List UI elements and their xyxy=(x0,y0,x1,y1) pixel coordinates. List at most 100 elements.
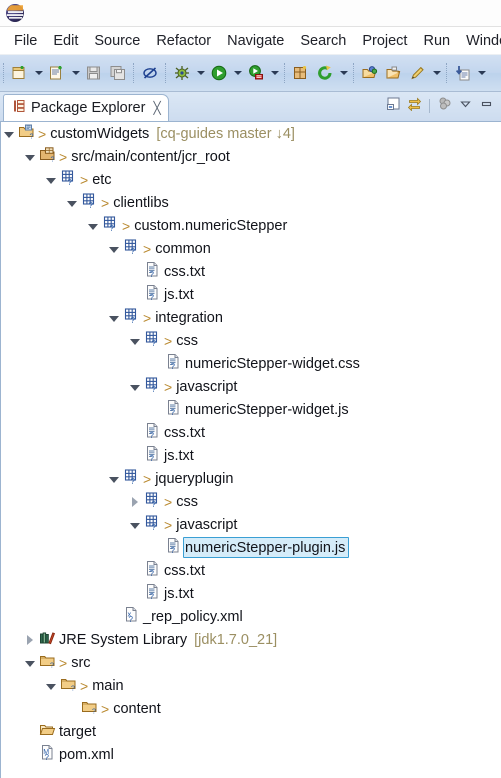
tree-row[interactable]: ? js.txt xyxy=(1,582,501,605)
tree-row[interactable]: ? > css xyxy=(1,490,501,513)
menu-item-refactor[interactable]: Refactor xyxy=(148,31,219,51)
view-toolbar-separator xyxy=(429,99,430,113)
tree-row[interactable]: ? js.txt xyxy=(1,283,501,306)
tree-row-label: > integration xyxy=(143,306,223,329)
tree-row[interactable]: ? > etc xyxy=(1,168,501,191)
save-all-button[interactable] xyxy=(106,61,130,85)
tree-row[interactable]: ? > javascript xyxy=(1,375,501,398)
refresh-dropdown[interactable] xyxy=(337,62,350,84)
previous-annotation-button[interactable] xyxy=(451,61,475,85)
tree-row[interactable]: ? numericStepper-plugin.js xyxy=(1,536,501,559)
tree-row[interactable]: ? numericStepper-widget.js xyxy=(1,398,501,421)
link-with-editor-button[interactable] xyxy=(404,96,425,116)
collapse-arrow-icon[interactable] xyxy=(106,306,122,329)
tree-row-icon: ? xyxy=(102,216,119,234)
view-menu-button[interactable] xyxy=(455,96,476,116)
svg-text:?: ? xyxy=(110,224,115,232)
tree-row[interactable]: ? > src xyxy=(1,651,501,674)
menu-item-edit[interactable]: Edit xyxy=(45,31,86,51)
new-package-button[interactable] xyxy=(289,61,313,85)
menu-item-run[interactable]: Run xyxy=(415,31,458,51)
new-wizard-button[interactable] xyxy=(8,61,32,85)
tree-row[interactable]: JRE System Library [jdk1.7.0_21] xyxy=(1,628,501,651)
menu-item-project[interactable]: Project xyxy=(354,31,415,51)
expand-arrow-icon[interactable] xyxy=(127,490,143,513)
svg-text:?: ? xyxy=(150,270,155,278)
collapse-arrow-icon[interactable] xyxy=(22,145,38,168)
open-type-button[interactable] xyxy=(358,61,382,85)
collapse-arrow-icon[interactable] xyxy=(106,237,122,260)
tree-row[interactable]: ? numericStepper-widget.css xyxy=(1,352,501,375)
menu-item-navigate[interactable]: Navigate xyxy=(219,31,292,51)
tree-row[interactable]: ? css.txt xyxy=(1,559,501,582)
focus-on-active-task-button[interactable] xyxy=(434,96,455,116)
source-package-icon: ? xyxy=(39,146,56,167)
new-wizard-dropdown[interactable] xyxy=(32,62,45,84)
tree-row[interactable]: ? > clientlibs xyxy=(1,191,501,214)
menu-item-search[interactable]: Search xyxy=(292,31,354,51)
new-java-class-dropdown[interactable] xyxy=(69,62,82,84)
new-java-class-button[interactable] xyxy=(45,61,69,85)
collapse-arrow-icon[interactable] xyxy=(43,674,59,697)
tree-row[interactable]: ? > customWidgets [cq-guides master ↓4] xyxy=(1,122,501,145)
menu-item-source[interactable]: Source xyxy=(86,31,148,51)
collapse-arrow-icon[interactable] xyxy=(22,651,38,674)
debug-dropdown[interactable] xyxy=(194,62,207,84)
collapse-arrow-icon[interactable] xyxy=(106,467,122,490)
outgoing-change-marker: > xyxy=(101,194,110,211)
collapse-all-button[interactable] xyxy=(383,96,404,116)
collapse-arrow-icon[interactable] xyxy=(127,329,143,352)
tree-row[interactable]: ? > jqueryplugin xyxy=(1,467,501,490)
package-explorer-view: Package Explorer ╳ ? > customWidgets [cq… xyxy=(0,92,501,778)
external-tools-dropdown[interactable] xyxy=(268,62,281,84)
jcr-node-icon: ? xyxy=(144,514,161,535)
minimize-view-button[interactable] xyxy=(476,96,497,116)
run-dropdown[interactable] xyxy=(231,62,244,84)
tab-package-explorer[interactable]: Package Explorer ╳ xyxy=(3,94,169,121)
collapse-arrow-icon[interactable] xyxy=(1,122,17,145)
collapse-arrow-icon[interactable] xyxy=(127,375,143,398)
tree-row[interactable]: ? > content xyxy=(1,697,501,720)
menu-item-file[interactable]: File xyxy=(6,31,45,51)
tree-row[interactable]: target xyxy=(1,720,501,743)
tree-row[interactable]: ? > css xyxy=(1,329,501,352)
tree-row-label: > content xyxy=(101,697,161,720)
tree-row[interactable]: ? css.txt xyxy=(1,260,501,283)
close-icon[interactable]: ╳ xyxy=(153,102,160,114)
project-tree[interactable]: ? > customWidgets [cq-guides master ↓4] ? > s… xyxy=(0,121,501,778)
open-resource-button[interactable] xyxy=(382,61,406,85)
collapse-arrow-icon[interactable] xyxy=(85,214,101,237)
tree-row-text: > src/main/content/jcr_root xyxy=(59,149,230,165)
next-annotation-dropdown[interactable] xyxy=(475,62,488,84)
expand-arrow-icon[interactable] xyxy=(22,628,38,651)
tree-row[interactable]: ? > main xyxy=(1,674,501,697)
tree-row[interactable]: ? > integration xyxy=(1,306,501,329)
run-button[interactable] xyxy=(207,61,231,85)
tree-row[interactable]: ? > javascript xyxy=(1,513,501,536)
collapse-arrow-icon[interactable] xyxy=(127,513,143,536)
skip-breakpoints-button[interactable] xyxy=(138,61,162,85)
save-button[interactable] xyxy=(82,61,106,85)
tree-row[interactable]: ? > src/main/content/jcr_root xyxy=(1,145,501,168)
collapse-arrow-icon[interactable] xyxy=(64,191,80,214)
tree-row[interactable]: ? > custom.numericStepper xyxy=(1,214,501,237)
tree-row[interactable]: x ? _rep_policy.xml xyxy=(1,605,501,628)
menu-item-window[interactable]: Window xyxy=(458,31,501,51)
toolbar-separator xyxy=(446,63,448,83)
run-external-tools-button[interactable] xyxy=(244,61,268,85)
tree-row[interactable]: ? css.txt xyxy=(1,421,501,444)
refresh-button[interactable] xyxy=(313,61,337,85)
plain-folder-icon: ? xyxy=(39,652,56,673)
annotation-button[interactable] xyxy=(406,61,430,85)
tree-row-suffix: [cq-guides master ↓4] xyxy=(156,125,295,142)
tree-row-label: > jqueryplugin xyxy=(143,467,233,490)
tree-row[interactable]: ? js.txt xyxy=(1,444,501,467)
tree-row[interactable]: M ? pom.xml xyxy=(1,743,501,766)
tree-row-name: css xyxy=(176,332,198,349)
collapse-arrow-icon[interactable] xyxy=(43,168,59,191)
annotation-dropdown[interactable] xyxy=(430,62,443,84)
debug-button[interactable] xyxy=(170,61,194,85)
view-toolbar xyxy=(383,95,497,117)
tree-row[interactable]: ? > common xyxy=(1,237,501,260)
menu-bar: File Edit Source Refactor Navigate Searc… xyxy=(0,27,501,55)
